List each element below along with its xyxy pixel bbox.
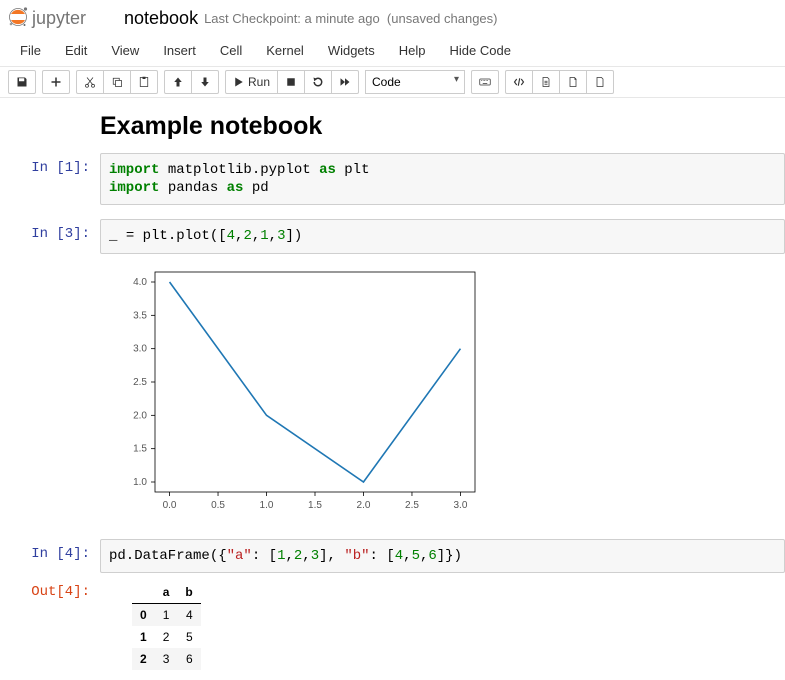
code-pdf-button[interactable] — [560, 70, 587, 94]
menu-insert[interactable]: Insert — [151, 35, 208, 66]
menu-file[interactable]: File — [8, 35, 53, 66]
menu-widgets[interactable]: Widgets — [316, 35, 387, 66]
menu-edit[interactable]: Edit — [53, 35, 99, 66]
menu-cell[interactable]: Cell — [208, 35, 254, 66]
svg-text:1.0: 1.0 — [133, 477, 147, 488]
input-prompt: In [1]: — [0, 153, 100, 205]
dataframe-table: ab014125236 — [132, 581, 201, 670]
file-blank-icon — [594, 76, 606, 88]
notebook-header: jupyter notebook Last Checkpoint: a minu… — [0, 0, 785, 35]
checkpoint-status: Last Checkpoint: a minute ago (unsaved c… — [204, 11, 497, 26]
svg-text:4.0: 4.0 — [133, 277, 147, 288]
svg-text:2.5: 2.5 — [133, 377, 147, 388]
menubar: File Edit View Insert Cell Kernel Widget… — [0, 35, 785, 67]
code-notebook-button[interactable] — [587, 70, 614, 94]
code-cell[interactable]: In [1]: import matplotlib.pyplot as plt … — [0, 151, 785, 207]
copy-icon — [111, 76, 123, 88]
file-icon — [540, 76, 552, 88]
svg-text:1.0: 1.0 — [260, 500, 274, 511]
cut-button[interactable] — [76, 70, 104, 94]
stop-icon — [285, 76, 297, 88]
code-input[interactable]: pd.DataFrame({"a": [1,2,3], "b": [4,5,6]… — [100, 539, 785, 573]
run-button[interactable]: Run — [225, 70, 278, 94]
svg-text:0.5: 0.5 — [211, 500, 225, 511]
svg-text:3.0: 3.0 — [454, 500, 468, 511]
save-icon — [16, 76, 28, 88]
restart-icon — [312, 76, 324, 88]
code-icon — [513, 76, 525, 88]
code-toggle-button[interactable] — [505, 70, 533, 94]
move-up-button[interactable] — [164, 70, 192, 94]
menu-kernel[interactable]: Kernel — [254, 35, 316, 66]
svg-text:2.0: 2.0 — [357, 500, 371, 511]
output-area: 0.0 0.5 1.0 1.5 2.0 2.5 3.0 1.0 1.5 2.0 2.5 3.0 3.5 4… — [100, 254, 785, 525]
code-cell[interactable]: In [4]: pd.DataFrame({"a": [1,2,3], "b":… — [0, 537, 785, 575]
insert-cell-button[interactable] — [42, 70, 70, 94]
jupyter-logo[interactable]: jupyter — [8, 4, 116, 33]
svg-text:3.5: 3.5 — [133, 310, 147, 321]
notebook-area: Example notebook In [1]: import matplotl… — [0, 98, 785, 680]
input-prompt: In [4]: — [0, 539, 100, 573]
svg-text:1.5: 1.5 — [308, 500, 322, 511]
output-prompt: Out[4]: — [0, 577, 100, 670]
svg-text:3.0: 3.0 — [133, 343, 147, 354]
arrow-up-icon — [172, 76, 184, 88]
code-input[interactable]: _ = plt.plot([4,2,1,3]) — [100, 219, 785, 253]
svg-text:2.5: 2.5 — [405, 500, 419, 511]
save-button[interactable] — [8, 70, 36, 94]
line-plot: 0.0 0.5 1.0 1.5 2.0 2.5 3.0 1.0 1.5 2.0 2.5 3.0 3.5 4… — [100, 262, 490, 522]
restart-run-button[interactable] — [332, 70, 359, 94]
move-down-button[interactable] — [192, 70, 219, 94]
keyboard-icon — [479, 76, 491, 88]
svg-text:0.0: 0.0 — [163, 500, 177, 511]
menu-hide-code[interactable]: Hide Code — [438, 35, 523, 66]
plus-icon — [50, 76, 62, 88]
notebook-heading: Example notebook — [100, 106, 785, 151]
paste-icon — [138, 76, 150, 88]
code-cell[interactable]: In [3]: _ = plt.plot([4,2,1,3]) 0.0 0.5 1.… — [0, 217, 785, 526]
command-palette-button[interactable] — [471, 70, 499, 94]
output-cell: Out[4]: ab014125236 — [0, 575, 785, 672]
svg-text:1.5: 1.5 — [133, 443, 147, 454]
restart-button[interactable] — [305, 70, 332, 94]
interrupt-button[interactable] — [278, 70, 305, 94]
copy-button[interactable] — [104, 70, 131, 94]
arrow-down-icon — [199, 76, 211, 88]
fast-forward-icon — [339, 76, 351, 88]
markdown-cell[interactable]: Example notebook — [0, 106, 785, 151]
run-icon — [233, 76, 245, 88]
paste-button[interactable] — [131, 70, 158, 94]
toolbar: Run Code — [0, 67, 785, 98]
cell-type-select[interactable]: Code — [365, 70, 465, 94]
menu-help[interactable]: Help — [387, 35, 438, 66]
menu-view[interactable]: View — [99, 35, 151, 66]
code-input[interactable]: import matplotlib.pyplot as plt import p… — [100, 153, 785, 205]
svg-text:jupyter: jupyter — [31, 8, 86, 28]
svg-text:2.0: 2.0 — [133, 410, 147, 421]
notebook-title[interactable]: notebook — [124, 8, 198, 29]
input-prompt: In [3]: — [0, 219, 100, 524]
file-pdf-icon — [567, 76, 579, 88]
code-html-button[interactable] — [533, 70, 560, 94]
cut-icon — [84, 76, 96, 88]
